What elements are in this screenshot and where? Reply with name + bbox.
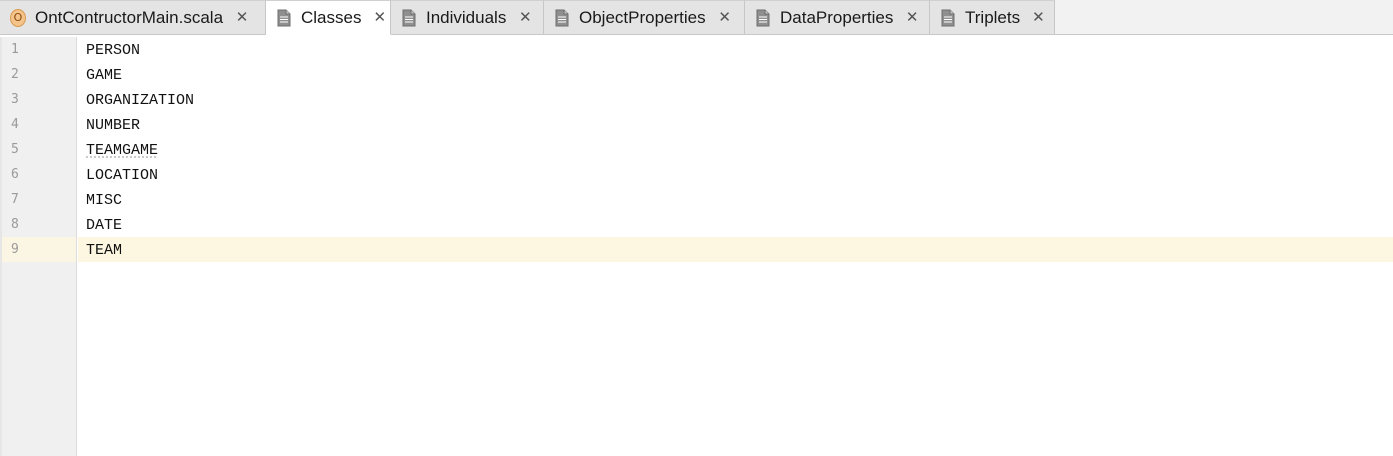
code-line[interactable]: ORGANIZATION [86,88,194,113]
close-icon[interactable]: ✕ [518,10,532,25]
tab-label: OntContructorMain.scala [35,7,224,27]
tab-individuals[interactable]: Individuals ✕ [391,0,544,34]
close-icon[interactable]: ✕ [905,10,919,25]
close-icon[interactable]: ✕ [235,10,249,25]
close-icon[interactable]: ✕ [373,10,386,25]
tab-label: DataProperties [780,7,894,27]
code-line[interactable]: TEAM [86,238,122,263]
text-file-icon [276,9,292,27]
tab-bar: O OntContructorMain.scala ✕ Classes ✕ In… [0,0,1393,35]
tab-classes[interactable]: Classes ✕ [266,0,391,35]
line-number: 4 [11,117,19,132]
line-number: 2 [11,67,19,82]
tab-ontcontructormain-scala[interactable]: O OntContructorMain.scala ✕ [0,0,266,34]
tab-label: Triplets [965,7,1021,27]
line-number: 7 [11,192,19,207]
line-number: 6 [11,167,19,182]
editor-body[interactable]: 1 2 3 4 5 6 7 8 9 PERSON GAME ORGANIZATI… [0,37,1393,456]
line-number: 9 [11,242,19,257]
scala-object-icon: O [10,8,26,27]
text-file-icon [940,9,956,27]
code-line[interactable]: DATE [86,213,122,238]
code-line[interactable]: MISC [86,188,122,213]
text-file-icon [755,9,771,27]
close-icon[interactable]: ✕ [1032,10,1045,25]
line-number: 1 [11,42,19,57]
current-line-highlight [78,237,1393,262]
tab-triplets[interactable]: Triplets ✕ [930,0,1055,34]
line-number: 3 [11,92,19,107]
editor-window: O OntContructorMain.scala ✕ Classes ✕ In… [0,0,1393,456]
line-number: 5 [11,142,19,157]
code-line[interactable]: PERSON [86,38,140,63]
code-line[interactable]: TEAMGAME [86,138,158,163]
text-file-icon [554,9,570,27]
scala-object-badge: O [10,8,26,27]
code-line[interactable]: GAME [86,63,122,88]
close-icon[interactable]: ✕ [718,10,732,25]
tab-objectproperties[interactable]: ObjectProperties ✕ [544,0,745,34]
tab-label: Classes [301,7,362,27]
text-file-icon [401,9,417,27]
tab-label: ObjectProperties [579,7,706,27]
code-line[interactable]: LOCATION [86,163,158,188]
line-number: 8 [11,217,19,232]
tab-dataproperties[interactable]: DataProperties ✕ [745,0,930,34]
tab-label: Individuals [426,7,507,27]
code-line[interactable]: NUMBER [86,113,140,138]
